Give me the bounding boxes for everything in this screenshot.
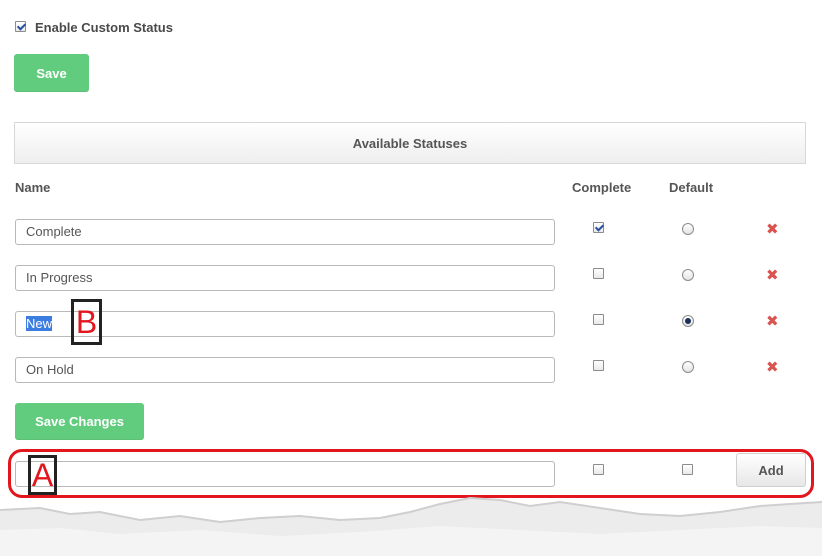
- save-button[interactable]: Save: [14, 54, 89, 92]
- complete-checkbox[interactable]: [593, 268, 604, 279]
- new-status-input[interactable]: [15, 461, 555, 487]
- enable-custom-status-checkbox[interactable]: [15, 21, 26, 32]
- status-name-input[interactable]: On Hold: [15, 357, 555, 383]
- default-radio[interactable]: [682, 223, 694, 235]
- panel-title: Available Statuses: [352, 135, 468, 151]
- new-complete-checkbox[interactable]: [593, 464, 604, 475]
- close-icon[interactable]: ✖: [766, 314, 779, 329]
- column-header-complete: Complete: [572, 180, 632, 195]
- new-default-checkbox[interactable]: [682, 464, 693, 475]
- selected-text: New: [26, 316, 53, 331]
- add-button[interactable]: Add: [736, 453, 806, 487]
- status-name-input[interactable]: Complete: [15, 219, 555, 245]
- default-radio-selected[interactable]: [682, 315, 694, 327]
- annotation-marker-b: B: [71, 299, 102, 345]
- close-icon[interactable]: ✖: [766, 222, 779, 237]
- complete-checkbox[interactable]: [593, 314, 604, 325]
- complete-checkbox[interactable]: [593, 222, 604, 233]
- default-radio[interactable]: [682, 269, 694, 281]
- column-header-name: Name: [15, 180, 51, 195]
- save-changes-button[interactable]: Save Changes: [15, 403, 144, 440]
- annotation-marker-a: A: [28, 455, 57, 495]
- enable-custom-status-label: Enable Custom Status: [35, 20, 173, 35]
- close-icon[interactable]: ✖: [766, 360, 779, 375]
- available-statuses-header: Available Statuses: [14, 122, 806, 164]
- close-icon[interactable]: ✖: [766, 268, 779, 283]
- default-radio[interactable]: [682, 361, 694, 373]
- column-header-default: Default: [669, 180, 714, 195]
- status-name-input[interactable]: In Progress: [15, 265, 555, 291]
- torn-edge: [0, 496, 822, 556]
- complete-checkbox[interactable]: [593, 360, 604, 371]
